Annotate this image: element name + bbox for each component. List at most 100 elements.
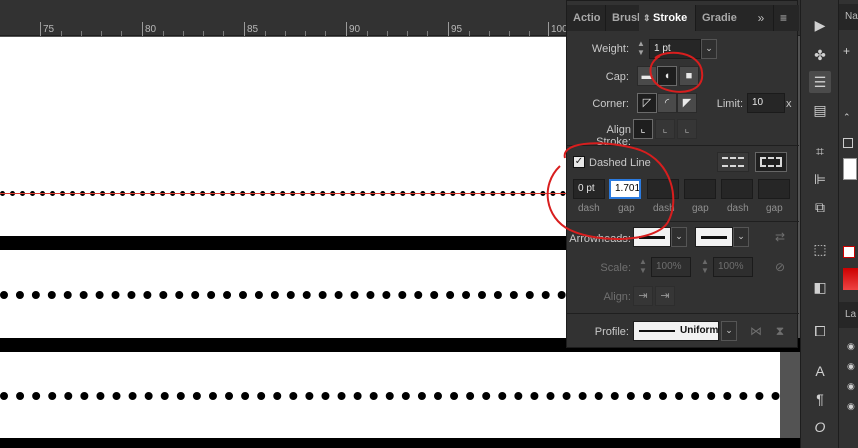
weight-spinner-icon[interactable]: ▲ ▼ [635, 39, 647, 59]
dash-input-3[interactable] [721, 179, 753, 199]
ruler-label: 85 [247, 24, 259, 35]
align-center-icon: ⌞ [640, 123, 646, 135]
none-swatch[interactable] [843, 246, 855, 258]
panel-tab-bar: Actio Brush ⇕ Stroke Gradie » ≡ [567, 5, 799, 31]
more-panels-icon[interactable]: » [749, 5, 773, 31]
dash-input-2[interactable] [647, 179, 679, 199]
navigator-layers-panel: Na + ⌃ La ◉ ◉ ◉ ◉ [838, 0, 858, 448]
brushes-icon[interactable]: ✤ [809, 44, 831, 66]
align-dash-corners-icon [760, 157, 782, 167]
dash-caption: dash [727, 203, 749, 214]
scale-start-input[interactable]: 100% [651, 257, 691, 277]
ruler-tick [548, 22, 549, 36]
stroke-swatch[interactable] [843, 158, 857, 180]
tab-gradient[interactable]: Gradie [695, 5, 737, 31]
round-join-button[interactable]: ◜ [657, 93, 677, 113]
layers-tab[interactable]: La [839, 302, 858, 328]
arrow-tip-beyond-button[interactable]: ⇥ [633, 286, 653, 306]
gap-input-3[interactable] [758, 179, 790, 199]
collapse-chevron-icon[interactable]: ⌃ [843, 110, 857, 124]
ruler-subtick [469, 31, 470, 36]
align-panel-icon[interactable]: ⊫ [809, 168, 831, 190]
export-asset-icon[interactable]: ⬚ [809, 238, 831, 260]
plus-icon[interactable]: + [843, 44, 857, 58]
navigator-tab[interactable]: Na [839, 4, 858, 30]
projecting-cap-button[interactable]: ■ [679, 66, 699, 86]
dashed-line-label: Dashed Line [589, 157, 651, 169]
stroke-panel: Actio Brush ⇕ Stroke Gradie » ≡ Weight: … [566, 0, 799, 348]
tab-stroke[interactable]: ⇕ Stroke [639, 5, 695, 31]
transform-icon[interactable]: ⌗ [809, 140, 831, 162]
round-cap-icon: ◖ [663, 70, 671, 82]
ruler-subtick [285, 31, 286, 36]
flip-along-icon[interactable]: ⋈ [747, 322, 765, 340]
dotted-path[interactable] [0, 392, 780, 400]
selection-path-line [0, 193, 566, 194]
gradient-swatch[interactable] [843, 268, 858, 290]
swap-arrowheads-icon[interactable]: ⇄ [771, 228, 789, 246]
butt-cap-icon: ▬ [641, 70, 653, 82]
start-arrowhead-select[interactable] [633, 227, 671, 247]
ruler-subtick [305, 31, 306, 36]
gradient-icon[interactable]: ▤ [809, 99, 831, 121]
visibility-eye-icon[interactable]: ◉ [847, 356, 858, 376]
pathfinder-icon[interactable]: ⧉ [809, 196, 831, 218]
artboards-icon[interactable]: ⧠ [809, 320, 831, 342]
align-outside-button[interactable]: ⌞ [677, 119, 697, 139]
round-cap-button[interactable]: ◖ [657, 66, 677, 86]
ruler-subtick [61, 31, 62, 36]
scale-label: Scale: [600, 262, 631, 274]
ruler-subtick [183, 31, 184, 36]
miter-limit-input[interactable]: 10 [747, 93, 785, 113]
miter-join-button[interactable]: ◸ [637, 93, 657, 113]
actions-play-icon[interactable]: ▶ [809, 14, 831, 36]
section-divider [567, 313, 799, 314]
preserve-dash-button[interactable] [717, 152, 749, 172]
scale-end-spinner-icon[interactable]: ▲ ▼ [699, 257, 711, 277]
dash-input-1[interactable]: 0 pt [573, 179, 605, 199]
stroke-panel-icon[interactable]: ☰ [809, 71, 831, 93]
butt-cap-button[interactable]: ▬ [637, 66, 657, 86]
visibility-eye-icon[interactable]: ◉ [847, 336, 858, 356]
align-inside-button[interactable]: ⌞ [655, 119, 675, 139]
artboard[interactable] [0, 37, 566, 236]
gap-caption: gap [692, 203, 709, 214]
gap-input-1[interactable]: 1.701 [609, 179, 641, 199]
opentype-icon[interactable]: O [809, 416, 831, 438]
ruler-subtick [489, 31, 490, 36]
dashed-line-checkbox[interactable]: ✓ [573, 156, 585, 168]
tab-actions[interactable]: Actio [567, 5, 605, 31]
weight-input[interactable]: 1 pt [649, 39, 701, 59]
paragraph-icon[interactable]: ¶ [809, 388, 831, 410]
scale-start-spinner-icon[interactable]: ▲ ▼ [637, 257, 649, 277]
panel-menu-icon[interactable]: ≡ [773, 5, 793, 31]
end-arrowhead-chevron-icon[interactable]: ⌄ [733, 227, 749, 247]
fill-swatch[interactable] [843, 138, 853, 148]
align-center-button[interactable]: ⌞ [633, 119, 653, 139]
ruler-label: 75 [43, 24, 55, 35]
ruler-subtick [427, 31, 428, 36]
libraries-icon[interactable]: ◧ [809, 276, 831, 298]
weight-dropdown-chevron-icon[interactable]: ⌄ [701, 39, 717, 59]
profile-chevron-icon[interactable]: ⌄ [721, 321, 737, 341]
scale-end-input[interactable]: 100% [713, 257, 753, 277]
dotted-path[interactable] [0, 291, 566, 299]
ruler-tick [142, 22, 143, 36]
start-arrowhead-chevron-icon[interactable]: ⌄ [671, 227, 687, 247]
gap-input-2[interactable] [684, 179, 716, 199]
align-dash-corners-button[interactable] [755, 152, 787, 172]
ruler-tick [40, 22, 41, 36]
profile-select[interactable]: Uniform [633, 321, 719, 341]
bevel-join-button[interactable]: ◤ [677, 93, 697, 113]
visibility-eye-icon[interactable]: ◉ [847, 396, 858, 416]
link-scale-icon[interactable]: ⊘ [771, 258, 789, 276]
tab-brushes[interactable]: Brush [605, 5, 639, 31]
tab-stroke-label: Stroke [653, 12, 688, 24]
arrow-tip-at-end-button[interactable]: ⇥ [655, 286, 675, 306]
end-arrowhead-select[interactable] [695, 227, 733, 247]
character-icon[interactable]: A [809, 360, 831, 382]
visibility-eye-icon[interactable]: ◉ [847, 376, 858, 396]
arrow-beyond-icon: ⇥ [638, 290, 648, 302]
flip-across-icon[interactable]: ⧗ [771, 322, 789, 340]
ruler-subtick [325, 31, 326, 36]
